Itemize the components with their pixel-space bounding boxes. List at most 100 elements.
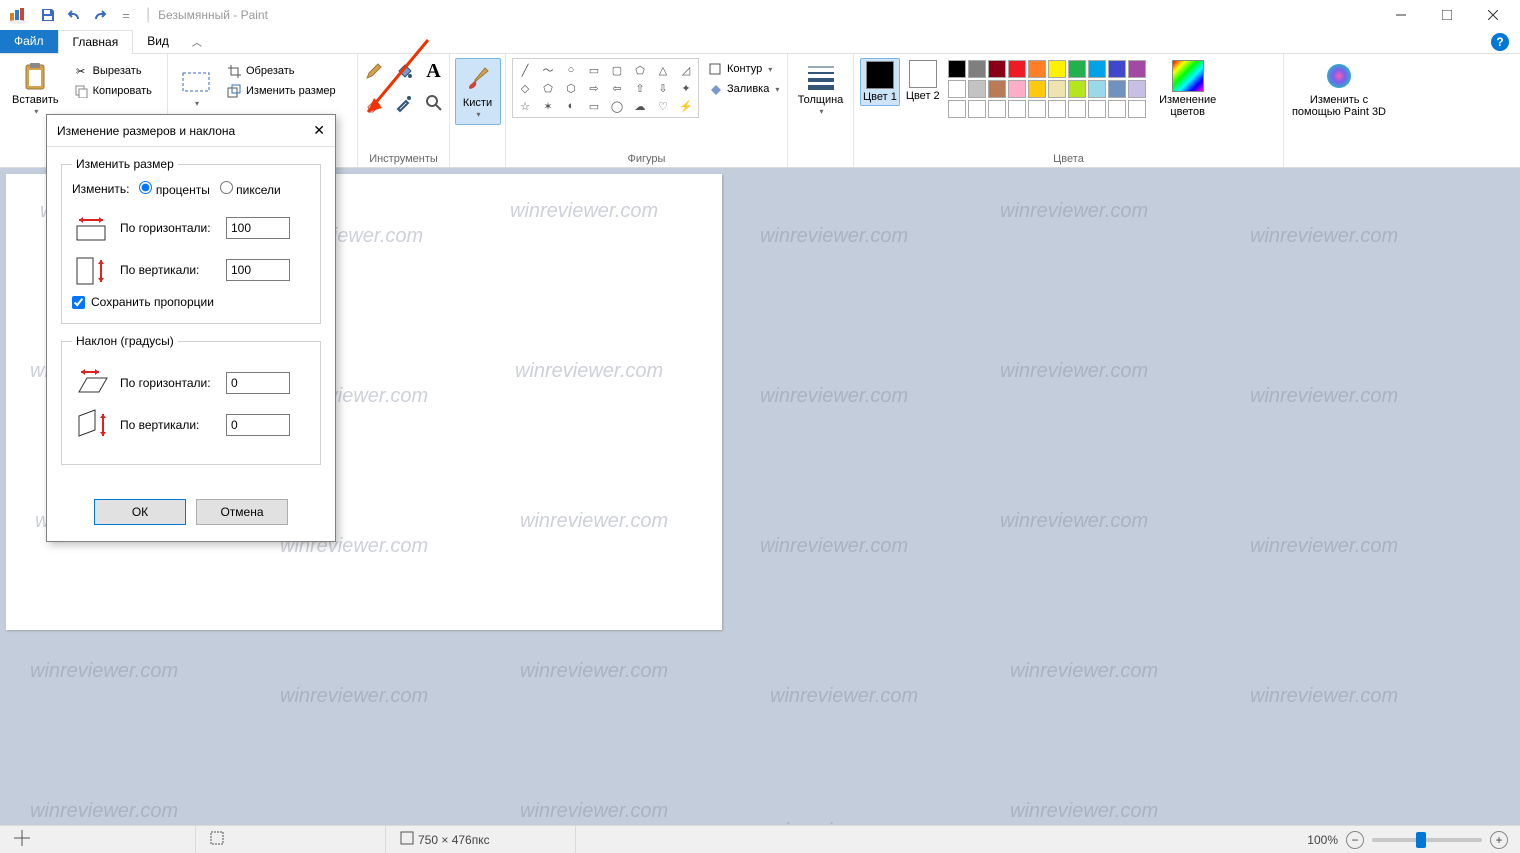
- tab-home[interactable]: Главная: [58, 30, 134, 54]
- tab-view[interactable]: Вид: [133, 30, 183, 53]
- help-button[interactable]: ?: [1480, 30, 1520, 53]
- callout-round-icon[interactable]: ◐: [561, 97, 581, 115]
- star5-icon[interactable]: ☆: [515, 97, 535, 115]
- color-swatch[interactable]: [948, 60, 966, 78]
- eraser-icon[interactable]: [361, 90, 387, 116]
- pentagon-icon[interactable]: ⬠: [538, 79, 558, 97]
- crop-button[interactable]: Обрезать: [222, 62, 340, 80]
- size-button[interactable]: Толщина ▾: [792, 58, 850, 119]
- color-swatch[interactable]: [1128, 100, 1146, 118]
- arrow-left-icon[interactable]: ⇦: [607, 79, 627, 97]
- arrow-right-icon[interactable]: ⇨: [584, 79, 604, 97]
- color-swatch[interactable]: [988, 60, 1006, 78]
- callout-oval-icon[interactable]: ◯: [607, 97, 627, 115]
- radio-percent[interactable]: проценты: [139, 181, 209, 197]
- outline-button[interactable]: Контур▾: [703, 60, 783, 78]
- save-icon[interactable]: [36, 3, 60, 27]
- cloud-icon[interactable]: ☁: [630, 97, 650, 115]
- lightning-icon[interactable]: ⚡: [676, 97, 696, 115]
- color-swatch[interactable]: [1088, 80, 1106, 98]
- color-swatch[interactable]: [988, 100, 1006, 118]
- color-swatch[interactable]: [988, 80, 1006, 98]
- color-swatch[interactable]: [1068, 60, 1086, 78]
- zoom-out-button[interactable]: −: [1346, 831, 1364, 849]
- paste-button[interactable]: Вставить ▾: [6, 58, 65, 119]
- color-swatch[interactable]: [1108, 80, 1126, 98]
- color-swatch[interactable]: [1008, 100, 1026, 118]
- fill-icon[interactable]: [391, 58, 417, 84]
- oval-icon[interactable]: ○: [561, 61, 581, 79]
- diamond-icon[interactable]: ◇: [515, 79, 535, 97]
- resize-button[interactable]: Изменить размер: [222, 82, 340, 100]
- color-swatch[interactable]: [968, 100, 986, 118]
- star6-icon[interactable]: ✶: [538, 97, 558, 115]
- heart-icon[interactable]: ♡: [653, 97, 673, 115]
- color2-button[interactable]: Цвет 2: [904, 58, 942, 104]
- color-swatch[interactable]: [1088, 100, 1106, 118]
- color-swatch[interactable]: [1128, 60, 1146, 78]
- fill-button[interactable]: Заливка▾: [703, 80, 783, 98]
- radio-pixels[interactable]: пиксели: [220, 181, 281, 197]
- ok-button[interactable]: ОК: [94, 499, 186, 525]
- color-palette[interactable]: [946, 58, 1148, 120]
- color-swatch[interactable]: [1048, 80, 1066, 98]
- vertical-input[interactable]: [226, 259, 290, 281]
- color-swatch[interactable]: [1108, 60, 1126, 78]
- undo-icon[interactable]: [62, 3, 86, 27]
- copy-button[interactable]: Копировать: [69, 82, 156, 100]
- paint3d-button[interactable]: Изменить с помощью Paint 3D: [1285, 58, 1393, 120]
- shapes-gallery[interactable]: ╱ 〜 ○ ▭ ▢ ⬠ △ ◿ ◇ ⬠ ⬡ ⇨ ⇦ ⇧ ⇩ ✦: [512, 58, 699, 118]
- star4-icon[interactable]: ✦: [676, 79, 696, 97]
- eyedropper-icon[interactable]: [391, 90, 417, 116]
- color-swatch[interactable]: [948, 80, 966, 98]
- polygon-icon[interactable]: ⬠: [630, 61, 650, 79]
- color-swatch[interactable]: [1028, 60, 1046, 78]
- horizontal-input[interactable]: [226, 217, 290, 239]
- skew-h-input[interactable]: [226, 372, 290, 394]
- zoom-in-button[interactable]: +: [1490, 831, 1508, 849]
- zoom-slider[interactable]: [1372, 838, 1482, 842]
- arrow-down-icon[interactable]: ⇩: [653, 79, 673, 97]
- keep-aspect-checkbox[interactable]: Сохранить пропорции: [72, 295, 310, 309]
- cut-button[interactable]: ✂Вырезать: [69, 62, 156, 80]
- maximize-button[interactable]: [1424, 0, 1470, 30]
- tab-file[interactable]: Файл: [0, 30, 58, 53]
- color-swatch[interactable]: [1028, 80, 1046, 98]
- color-swatch[interactable]: [1128, 80, 1146, 98]
- color-swatch[interactable]: [968, 60, 986, 78]
- arrow-up-icon[interactable]: ⇧: [630, 79, 650, 97]
- color-swatch[interactable]: [1048, 60, 1066, 78]
- color-swatch[interactable]: [1048, 100, 1066, 118]
- right-triangle-icon[interactable]: ◿: [676, 61, 696, 79]
- color1-button[interactable]: Цвет 1: [860, 58, 900, 106]
- color-swatch[interactable]: [968, 80, 986, 98]
- rect-icon[interactable]: ▭: [584, 61, 604, 79]
- pencil-icon[interactable]: [361, 58, 387, 84]
- line-icon[interactable]: ╱: [515, 61, 535, 79]
- redo-icon[interactable]: [88, 3, 112, 27]
- brushes-button[interactable]: Кисти ▾: [455, 58, 501, 125]
- skew-v-input[interactable]: [226, 414, 290, 436]
- color-swatch[interactable]: [948, 100, 966, 118]
- color-swatch[interactable]: [1008, 60, 1026, 78]
- qat-customize-icon[interactable]: =: [114, 3, 138, 27]
- roundrect-icon[interactable]: ▢: [607, 61, 627, 79]
- edit-colors-button[interactable]: Изменение цветов: [1152, 58, 1224, 120]
- color-swatch[interactable]: [1088, 60, 1106, 78]
- text-icon[interactable]: A: [421, 58, 447, 84]
- color-swatch[interactable]: [1008, 80, 1026, 98]
- color-swatch[interactable]: [1068, 80, 1086, 98]
- minimize-button[interactable]: [1378, 0, 1424, 30]
- color-swatch[interactable]: [1108, 100, 1126, 118]
- magnifier-icon[interactable]: [421, 90, 447, 116]
- collapse-ribbon-icon[interactable]: ︿: [183, 30, 211, 53]
- color-swatch[interactable]: [1068, 100, 1086, 118]
- cancel-button[interactable]: Отмена: [196, 499, 288, 525]
- select-button[interactable]: ▾: [174, 64, 218, 111]
- color-swatch[interactable]: [1028, 100, 1046, 118]
- curve-icon[interactable]: 〜: [538, 61, 558, 79]
- hexagon-icon[interactable]: ⬡: [561, 79, 581, 97]
- close-button[interactable]: [1470, 0, 1516, 30]
- close-icon[interactable]: ✕: [313, 122, 325, 139]
- triangle-icon[interactable]: △: [653, 61, 673, 79]
